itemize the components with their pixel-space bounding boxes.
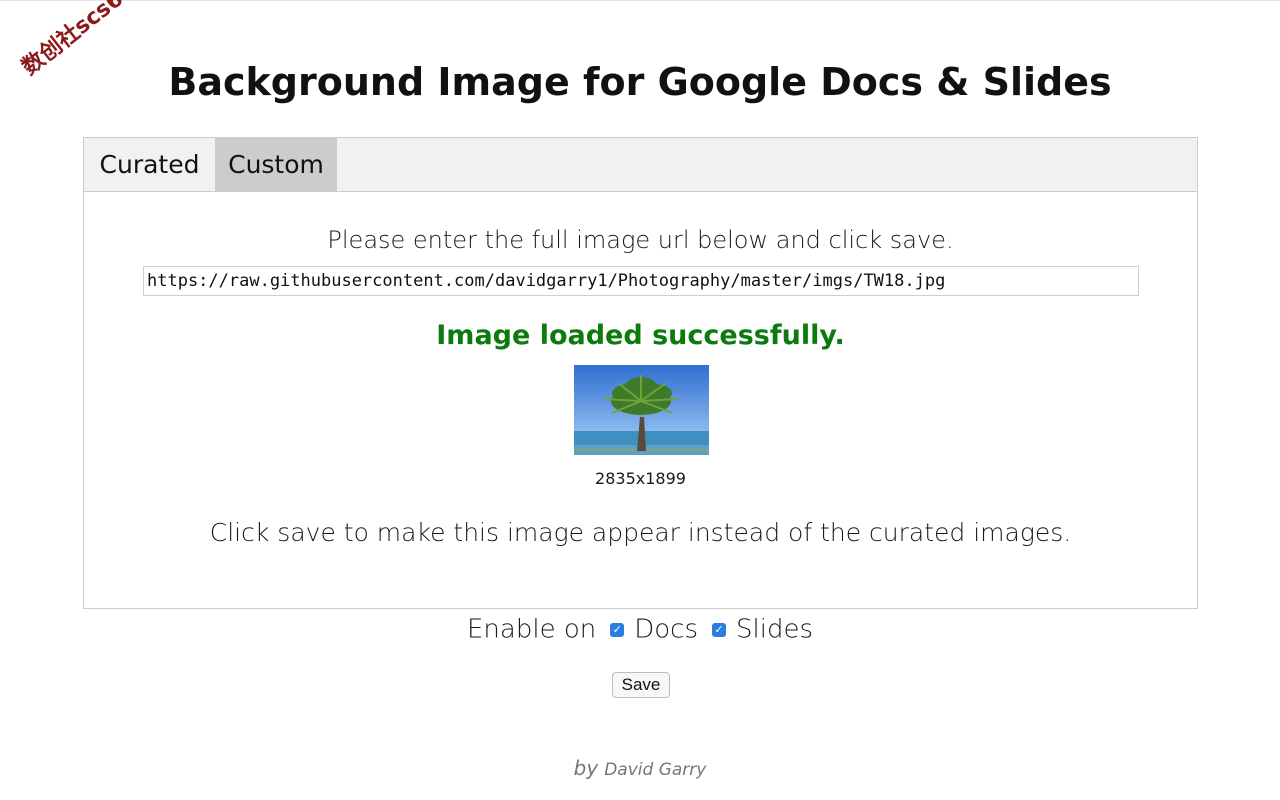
url-instructions: Please enter the full image url below an… bbox=[327, 226, 954, 254]
byline-by: by bbox=[573, 756, 599, 780]
author-byline: by David Garry bbox=[0, 756, 1280, 780]
slides-checkbox[interactable]: ✓ bbox=[712, 622, 726, 637]
page-title: Background Image for Google Docs & Slide… bbox=[168, 60, 1112, 104]
author-name: David Garry bbox=[604, 760, 707, 780]
docs-label: Docs bbox=[634, 614, 698, 645]
tab-custom[interactable]: Custom bbox=[215, 138, 337, 191]
save-button[interactable]: Save bbox=[612, 672, 670, 698]
tab-curated[interactable]: Curated bbox=[84, 138, 215, 191]
load-status-message: Image loaded successfully. bbox=[436, 320, 845, 351]
settings-panel: Curated Custom Please enter the full ima… bbox=[83, 137, 1198, 609]
enable-options: Enable on ✓ Docs ✓ Slides bbox=[0, 614, 1280, 645]
docs-checkbox[interactable]: ✓ bbox=[610, 622, 625, 637]
save-hint: Click save to make this image appear ins… bbox=[209, 518, 1072, 547]
enable-label: Enable on bbox=[467, 614, 597, 645]
tab-bar: Curated Custom bbox=[84, 138, 1197, 192]
slides-label: Slides bbox=[736, 614, 813, 645]
preview-image bbox=[574, 365, 709, 455]
image-url-input[interactable] bbox=[143, 266, 1139, 296]
top-divider bbox=[0, 0, 1280, 1]
image-dimensions: 2835x1899 bbox=[595, 469, 686, 488]
